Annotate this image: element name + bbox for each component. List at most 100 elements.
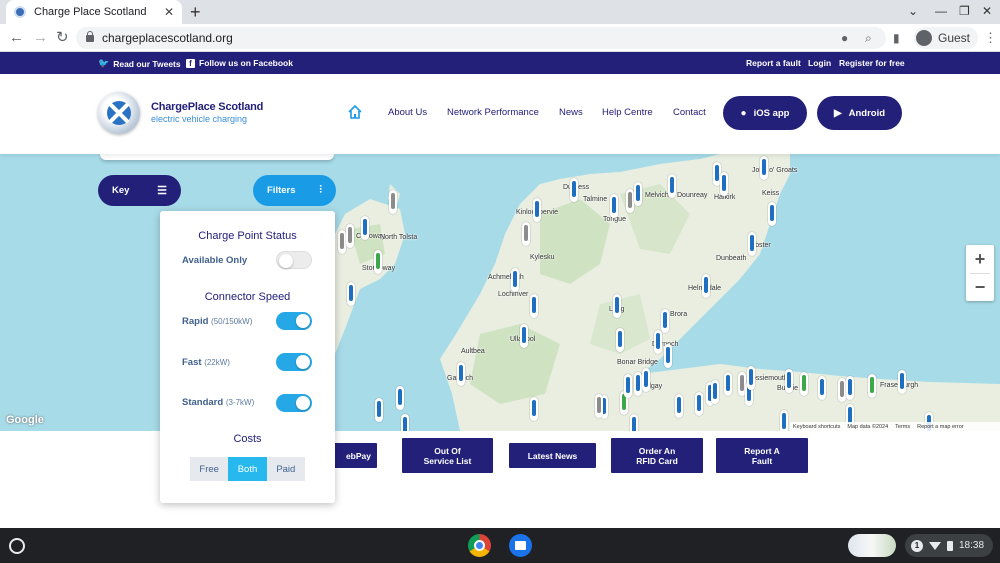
filters-button[interactable]: Filters ⫶ bbox=[253, 175, 336, 206]
charge-point-pin[interactable] bbox=[338, 230, 346, 254]
browser-tab[interactable]: Charge Place Scotland ✕ bbox=[6, 0, 182, 24]
charge-point-pin[interactable] bbox=[401, 414, 409, 431]
charge-point-pin[interactable] bbox=[530, 397, 538, 421]
launcher-icon[interactable] bbox=[9, 538, 25, 554]
charge-point-pin[interactable] bbox=[630, 414, 638, 431]
charge-point-pin[interactable] bbox=[748, 232, 756, 256]
zoom-in-button[interactable]: + bbox=[966, 245, 994, 273]
charge-point-pin[interactable] bbox=[457, 362, 465, 386]
zoom-out-button[interactable]: − bbox=[966, 273, 994, 301]
report-fault-link[interactable]: Report a fault bbox=[746, 58, 801, 68]
reload-icon[interactable]: ↻ bbox=[56, 29, 69, 47]
cost-free-option[interactable]: Free bbox=[190, 457, 229, 481]
profile-button[interactable]: Guest bbox=[914, 27, 979, 49]
facebook-link[interactable]: f Follow us on Facebook bbox=[186, 58, 293, 68]
charge-point-pin[interactable] bbox=[868, 374, 876, 398]
cost-paid-option[interactable]: Paid bbox=[266, 457, 305, 481]
latest-news-button[interactable]: Latest News bbox=[509, 443, 596, 468]
key-button[interactable]: Key ☰ bbox=[98, 175, 181, 206]
android-app-button[interactable]: ▶ Android bbox=[817, 96, 902, 130]
map-search-box[interactable] bbox=[100, 154, 334, 160]
charge-point-pin[interactable] bbox=[375, 398, 383, 422]
charge-point-pin[interactable] bbox=[374, 250, 382, 274]
charge-point-pin[interactable] bbox=[389, 190, 397, 214]
charge-point-pin[interactable] bbox=[780, 410, 788, 431]
login-link[interactable]: Login bbox=[808, 58, 831, 68]
charge-point-pin[interactable] bbox=[720, 172, 728, 196]
zoom-icon[interactable]: ⌕ bbox=[865, 31, 872, 46]
charge-point-pin[interactable] bbox=[661, 309, 669, 333]
chrome-app-icon[interactable] bbox=[468, 534, 491, 557]
charge-point-pin[interactable] bbox=[624, 374, 632, 398]
fast-toggle[interactable] bbox=[276, 353, 312, 371]
nav-news[interactable]: News bbox=[559, 107, 583, 118]
window-close-icon[interactable]: ✕ bbox=[982, 4, 992, 18]
charge-point-pin[interactable] bbox=[634, 372, 642, 396]
charge-point-pin[interactable] bbox=[520, 324, 528, 348]
standard-toggle[interactable] bbox=[276, 394, 312, 412]
charge-point-pin[interactable] bbox=[800, 372, 808, 396]
side-panel-icon[interactable]: ▮ bbox=[893, 31, 900, 45]
back-icon[interactable]: ← bbox=[9, 29, 24, 47]
charge-point-pin[interactable] bbox=[675, 394, 683, 418]
charge-point-pin[interactable] bbox=[522, 222, 530, 246]
order-rfid-button[interactable]: Order An RFID Card bbox=[611, 438, 703, 473]
browser-menu-icon[interactable]: ⋮ bbox=[984, 30, 997, 46]
charge-point-pin[interactable] bbox=[616, 328, 624, 352]
address-bar[interactable]: chargeplacescotland.org bbox=[76, 27, 886, 49]
charge-point-pin[interactable] bbox=[702, 274, 710, 298]
nav-network-performance[interactable]: Network Performance bbox=[447, 107, 539, 118]
ios-app-button[interactable]: ● iOS app bbox=[723, 96, 807, 130]
screenshot-thumbnail[interactable] bbox=[848, 534, 896, 557]
new-tab-icon[interactable]: + bbox=[190, 2, 201, 22]
charge-point-pin[interactable] bbox=[818, 376, 826, 400]
keyboard-shortcuts-link[interactable]: Keyboard shortcuts bbox=[793, 424, 840, 430]
charge-point-pin[interactable] bbox=[347, 282, 355, 306]
forward-icon[interactable]: → bbox=[33, 29, 48, 47]
charge-point-pin[interactable] bbox=[668, 174, 676, 198]
available-only-toggle[interactable] bbox=[276, 251, 312, 269]
charge-point-pin[interactable] bbox=[595, 394, 603, 418]
charge-point-pin[interactable] bbox=[898, 370, 906, 394]
charge-point-pin[interactable] bbox=[785, 369, 793, 393]
charge-point-pin[interactable] bbox=[346, 224, 354, 248]
charge-point-pin[interactable] bbox=[533, 198, 541, 222]
charge-point-pin[interactable] bbox=[626, 189, 634, 213]
charge-point-pin[interactable] bbox=[361, 216, 369, 240]
charge-point-pin[interactable] bbox=[747, 366, 755, 390]
charge-point-pin[interactable] bbox=[396, 386, 404, 410]
charge-point-pin[interactable] bbox=[613, 294, 621, 318]
files-app-icon[interactable] bbox=[509, 534, 532, 557]
charge-point-pin[interactable] bbox=[846, 376, 854, 400]
charge-point-pin[interactable] bbox=[711, 380, 719, 404]
twitter-link[interactable]: 🐦 Read our Tweets bbox=[98, 58, 181, 69]
system-tray[interactable]: 1 18:38 bbox=[905, 534, 993, 557]
nav-contact[interactable]: Contact bbox=[673, 107, 706, 118]
charge-point-pin[interactable] bbox=[654, 330, 662, 354]
nav-help-centre[interactable]: Help Centre bbox=[602, 107, 653, 118]
rapid-toggle[interactable] bbox=[276, 312, 312, 330]
logo-name[interactable]: ChargePlace Scotland bbox=[151, 101, 263, 113]
restore-icon[interactable]: ❐ bbox=[959, 4, 970, 18]
charge-point-pin[interactable] bbox=[610, 194, 618, 218]
terms-link[interactable]: Terms bbox=[895, 424, 910, 430]
chargeplace-logo-icon[interactable] bbox=[98, 92, 140, 134]
tab-search-icon[interactable]: ⌄ bbox=[908, 4, 918, 18]
charge-point-pin[interactable] bbox=[530, 294, 538, 318]
tab-close-icon[interactable]: ✕ bbox=[164, 5, 174, 19]
charge-point-pin[interactable] bbox=[664, 344, 672, 368]
charge-point-pin[interactable] bbox=[838, 378, 846, 402]
charge-point-pin[interactable] bbox=[724, 372, 732, 396]
charge-point-pin[interactable] bbox=[634, 182, 642, 206]
register-link[interactable]: Register for free bbox=[839, 58, 905, 68]
charge-point-pin[interactable] bbox=[642, 368, 650, 392]
report-map-error-link[interactable]: Report a map error bbox=[917, 424, 963, 430]
charge-point-pin[interactable] bbox=[511, 268, 519, 292]
charge-point-pin[interactable] bbox=[570, 178, 578, 202]
location-icon[interactable]: ● bbox=[841, 31, 848, 45]
cost-both-option[interactable]: Both bbox=[228, 457, 267, 481]
charge-point-pin[interactable] bbox=[768, 202, 776, 226]
charge-point-pin[interactable] bbox=[695, 392, 703, 416]
minimize-icon[interactable]: — bbox=[935, 4, 947, 18]
nav-about-us[interactable]: About Us bbox=[388, 107, 427, 118]
